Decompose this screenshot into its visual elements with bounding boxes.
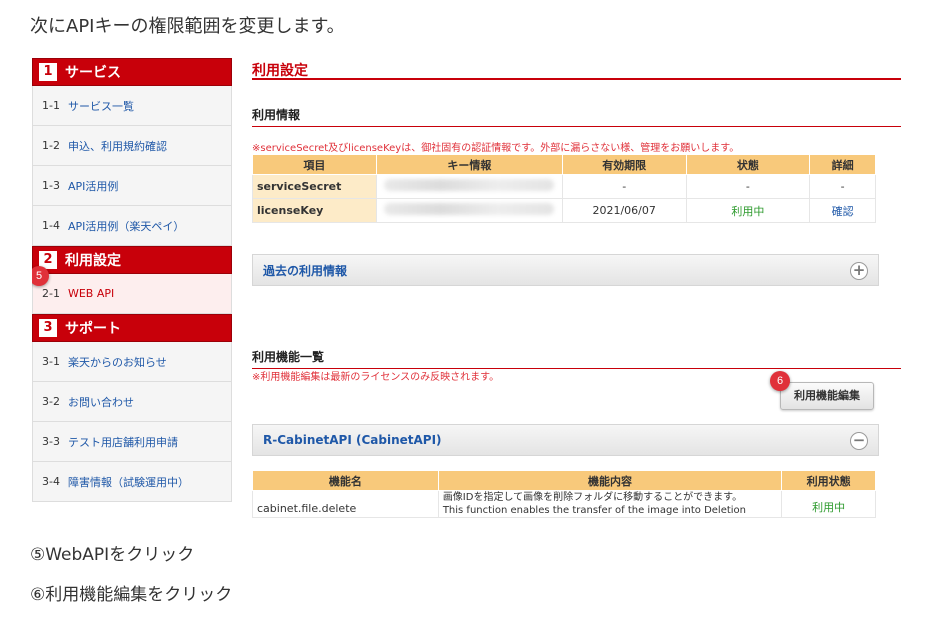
- row-item: licenseKey: [252, 198, 377, 223]
- key-value-redacted: [375, 198, 563, 223]
- item-number: 3-3: [42, 435, 60, 448]
- sidebar-section-service: 1 サービス: [32, 58, 232, 86]
- step-5-badge: 5: [32, 266, 49, 286]
- feature-name: cabinet.file.delete: [252, 490, 439, 518]
- accordion-title: R-CabinetAPI (CabinetAPI): [263, 433, 442, 447]
- table-header-row: 項目 キー情報 有効期限 状態 詳細: [252, 154, 876, 175]
- section-title: サポート: [65, 321, 121, 337]
- column-header: 項目: [252, 154, 377, 175]
- item-label: API活用例: [67, 179, 119, 193]
- caption-step-5: ⑤WebAPIをクリック: [30, 545, 195, 565]
- item-number: 1-4: [42, 219, 60, 232]
- item-number: 2-1: [42, 287, 60, 300]
- feature-list-heading: 利用機能一覧: [252, 348, 901, 369]
- sidebar-item-api-examples[interactable]: 1-3 API活用例: [32, 166, 232, 206]
- screenshot-panel: 1 サービス 1-1 サービス一覧 1-2 申込、利用規約確認 1-3 API活…: [32, 58, 901, 524]
- redacted-blur: [384, 203, 555, 215]
- item-label: API活用例（楽天ペイ）: [67, 219, 185, 233]
- column-header: 詳細: [809, 154, 876, 175]
- sidebar-item-notices[interactable]: 3-1 楽天からのお知らせ: [32, 342, 232, 382]
- item-label: 障害情報（試験運用中）: [67, 475, 189, 489]
- item-label: 楽天からのお知らせ: [67, 355, 167, 369]
- sidebar-section-usage-settings: 2 利用設定: [32, 246, 232, 274]
- sidebar-section-support: 3 サポート: [32, 314, 232, 342]
- sidebar-item-api-examples-pay[interactable]: 1-4 API活用例（楽天ペイ）: [32, 206, 232, 246]
- feature-description: 画像IDを指定して画像を削除フォルダに移動することができます。 This fun…: [437, 490, 783, 518]
- row-detail: -: [809, 174, 876, 199]
- section-number: 3: [39, 319, 57, 337]
- item-label: テスト用店舗利用申請: [67, 435, 178, 449]
- item-number: 3-4: [42, 475, 60, 488]
- row-item: serviceSecret: [252, 174, 377, 199]
- item-number: 1-3: [42, 179, 60, 192]
- item-label: サービス一覧: [67, 99, 134, 113]
- cabinet-api-accordion[interactable]: R-CabinetAPI (CabinetAPI) −: [252, 424, 879, 456]
- usage-info-heading: 利用情報: [252, 106, 901, 127]
- usage-info-table: 項目 キー情報 有効期限 状態 詳細 serviceSecret - - - l…: [252, 154, 876, 223]
- confirm-link[interactable]: 確認: [809, 198, 876, 223]
- table-row: cabinet.file.delete 画像IDを指定して画像を削除フォルダに移…: [252, 490, 876, 518]
- item-label: WEB API: [67, 287, 115, 300]
- item-label: 申込、利用規約確認: [67, 139, 167, 153]
- section-number: 1: [39, 63, 57, 81]
- table-header-row: 機能名 機能内容 利用状態: [252, 470, 876, 491]
- key-value-redacted: [375, 174, 563, 199]
- sidebar-nav: 1 サービス 1-1 サービス一覧 1-2 申込、利用規約確認 1-3 API活…: [32, 58, 232, 502]
- sidebar-item-incident-info[interactable]: 3-4 障害情報（試験運用中）: [32, 462, 232, 502]
- sidebar-item-contact[interactable]: 3-2 お問い合わせ: [32, 382, 232, 422]
- past-usage-accordion[interactable]: 過去の利用情報 +: [252, 254, 879, 286]
- row-status: 利用中: [685, 198, 811, 223]
- feature-list-notice: ※利用機能編集は最新のライセンスのみ反映されます。: [252, 372, 500, 383]
- description-en: This function enables the transfer of th…: [442, 505, 747, 516]
- column-header: 機能名: [252, 470, 439, 491]
- page-title: 利用設定: [252, 58, 901, 80]
- item-number: 3-1: [42, 355, 60, 368]
- column-header: 機能内容: [437, 470, 783, 491]
- item-number: 1-2: [42, 139, 60, 152]
- redacted-blur: [384, 179, 555, 191]
- item-label: お問い合わせ: [67, 395, 134, 409]
- sidebar-item-service-list[interactable]: 1-1 サービス一覧: [32, 86, 232, 126]
- column-header: 利用状態: [781, 470, 876, 491]
- main-content: 利用設定 利用情報 ※serviceSecret及びlicenseKeyは、御社…: [252, 58, 901, 518]
- row-expiry: -: [561, 174, 687, 199]
- section-title: サービス: [65, 65, 121, 81]
- table-row: licenseKey 2021/06/07 利用中 確認: [252, 198, 876, 223]
- item-number: 3-2: [42, 395, 60, 408]
- column-header: 状態: [685, 154, 811, 175]
- table-row: serviceSecret - - -: [252, 174, 876, 199]
- expand-plus-icon[interactable]: +: [850, 262, 868, 280]
- sidebar-item-test-shop[interactable]: 3-3 テスト用店舗利用申請: [32, 422, 232, 462]
- sidebar-item-application[interactable]: 1-2 申込、利用規約確認: [32, 126, 232, 166]
- feature-table: 機能名 機能内容 利用状態 cabinet.file.delete 画像IDを指…: [252, 470, 876, 518]
- row-status: -: [685, 174, 811, 199]
- feature-status: 利用中: [781, 490, 876, 518]
- description-ja: 画像IDを指定して画像を削除フォルダに移動することができます。: [442, 492, 743, 503]
- caption-step-6: ⑥利用機能編集をクリック: [30, 585, 233, 605]
- collapse-minus-icon[interactable]: −: [850, 432, 868, 450]
- column-header: 有効期限: [561, 154, 687, 175]
- column-header: キー情報: [375, 154, 563, 175]
- sidebar-item-web-api[interactable]: 2-1 WEB API 5: [32, 266, 232, 314]
- usage-info-notice: ※serviceSecret及びlicenseKeyは、御社固有の認証情報です。…: [252, 143, 740, 154]
- intro-text: 次にAPIキーの権限範囲を変更します。: [30, 16, 345, 37]
- row-expiry: 2021/06/07: [561, 198, 687, 223]
- accordion-title: 過去の利用情報: [263, 263, 348, 278]
- item-number: 1-1: [42, 99, 60, 112]
- section-title: 利用設定: [65, 253, 121, 269]
- step-6-badge: 6: [770, 371, 790, 391]
- edit-features-button[interactable]: 利用機能編集: [780, 382, 874, 410]
